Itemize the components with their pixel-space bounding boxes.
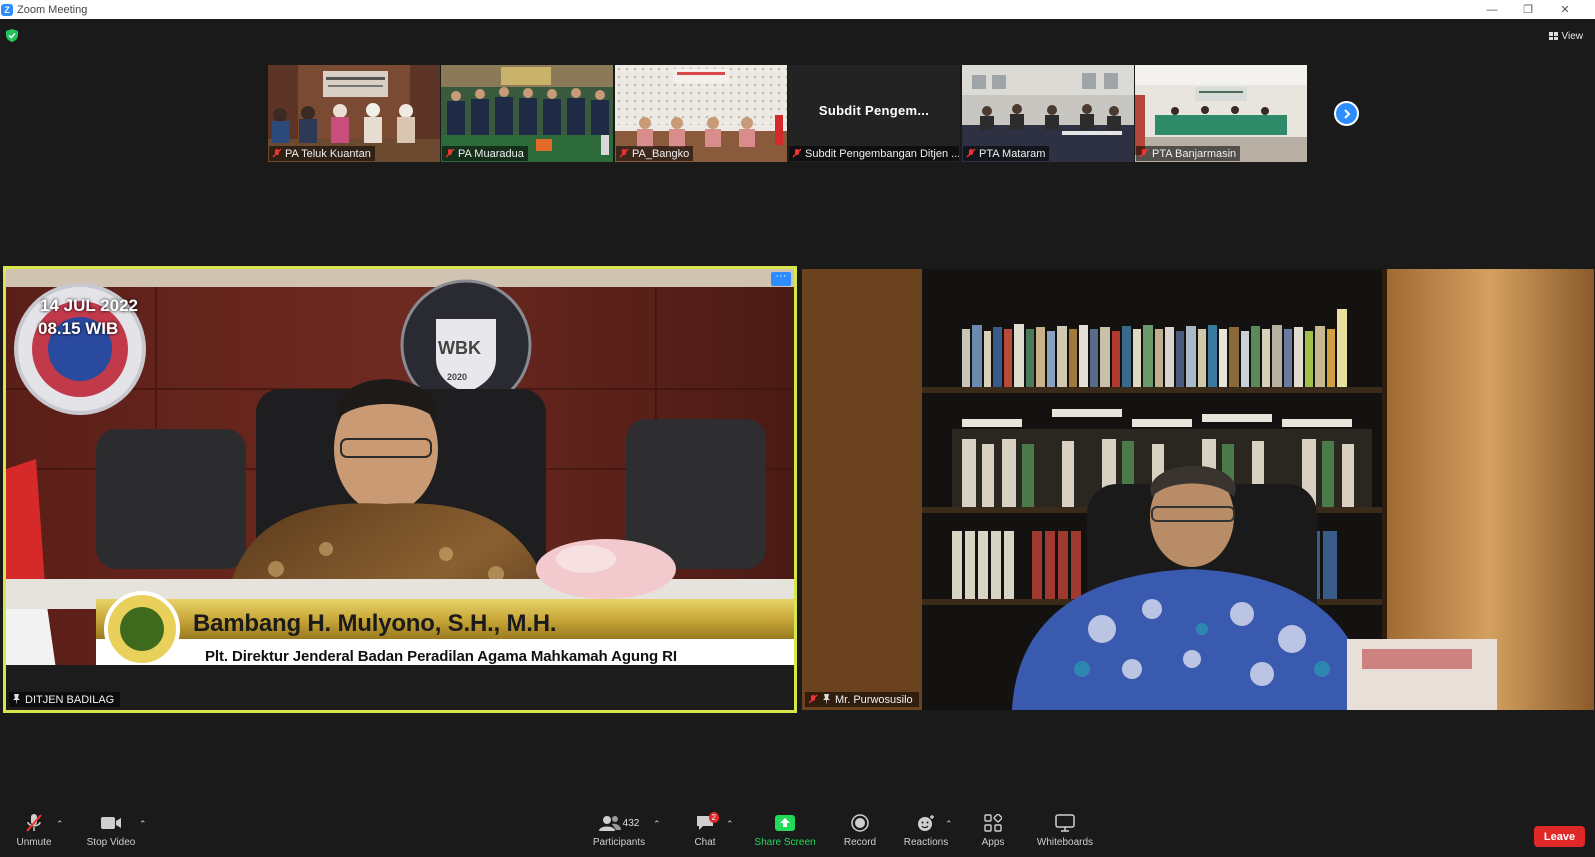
reactions-emoji-icon: [918, 815, 934, 831]
whiteboards-button[interactable]: Whiteboards: [1035, 812, 1095, 848]
participant-name-tag: PA Muaradua: [442, 146, 528, 161]
zoom-logo-icon: Z: [1, 3, 13, 16]
participant-name: PTA Banjarmasin: [1152, 147, 1237, 160]
participant-video-feed: [802, 269, 1594, 710]
video-options-caret-icon[interactable]: ⌃: [139, 819, 147, 830]
participant-name-tag: PA Teluk Kuantan: [269, 146, 375, 161]
meeting-toolbar: Unmute ⌃ Stop Video ⌃ 432 Participants ⌃…: [0, 808, 1595, 857]
participants-label: Participants: [592, 837, 646, 848]
participant-name: PA_Bangko: [632, 147, 690, 160]
participant-thumbnail[interactable]: PA Teluk Kuantan: [268, 65, 440, 162]
participant-name: PA Teluk Kuantan: [285, 147, 371, 160]
apps-button[interactable]: Apps: [978, 812, 1008, 848]
wbk-badge-year: 2020: [447, 372, 468, 382]
video-more-options-button[interactable]: ···: [771, 271, 791, 286]
participant-thumbnail[interactable]: PTA Mataram: [962, 65, 1134, 162]
mic-muted-icon: [26, 814, 42, 832]
close-button[interactable]: ✕: [1547, 0, 1583, 19]
participants-button[interactable]: 432 Participants: [586, 812, 652, 848]
mic-muted-icon: [619, 148, 629, 158]
view-button[interactable]: View: [1548, 28, 1584, 44]
reactions-button[interactable]: Reactions: [903, 812, 949, 848]
participant-name-tag: PTA Banjarmasin: [1136, 146, 1241, 161]
participant-thumbnail[interactable]: PTA Banjarmasin: [1135, 65, 1307, 162]
next-page-button[interactable]: [1334, 101, 1359, 126]
share-screen-button[interactable]: Share Screen: [754, 812, 816, 848]
record-label: Record: [843, 837, 877, 848]
minimize-button[interactable]: —: [1474, 0, 1510, 19]
participant-name-tag: PA_Bangko: [616, 146, 694, 161]
participant-name-tag: Subdit Pengembangan Ditjen ...: [789, 146, 959, 161]
participant-thumbnail[interactable]: Subdit Pengem... Subdit Pengembangan Dit…: [788, 65, 960, 162]
mic-muted-icon: [272, 148, 282, 158]
speaker-caption-name: Bambang H. Mulyono, S.H., M.H.: [193, 610, 557, 637]
apps-label: Apps: [981, 837, 1005, 848]
zoom-meeting-window: Z Zoom Meeting — ❐ ✕ View PA Teluk Kuant…: [0, 0, 1595, 857]
apps-icon: [984, 814, 1002, 832]
title-bar: Z Zoom Meeting — ❐ ✕: [0, 0, 1595, 19]
participant-display-name: Subdit Pengem...: [818, 103, 930, 118]
grid-view-icon: [1548, 32, 1558, 40]
speaker-caption-title: Plt. Direktur Jenderal Badan Peradilan A…: [205, 648, 677, 665]
stop-video-button[interactable]: Stop Video: [84, 812, 138, 848]
participant-thumbnail[interactable]: PA Muaradua: [441, 65, 613, 162]
record-button[interactable]: Record: [843, 812, 877, 848]
whiteboard-icon: [1055, 814, 1075, 832]
broadcast-date: 14 JUL 2022: [40, 296, 138, 315]
chat-label: Chat: [694, 837, 716, 848]
reactions-options-caret-icon[interactable]: ⌃: [945, 819, 953, 830]
record-icon: [851, 814, 869, 832]
mic-muted-icon: [445, 148, 455, 158]
video-camera-icon: [101, 817, 121, 829]
unmute-label: Unmute: [16, 837, 52, 848]
participant-name-tag: Mr. Purwosusilo: [805, 692, 919, 707]
reactions-label: Reactions: [903, 837, 949, 848]
leave-meeting-button[interactable]: Leave: [1534, 826, 1585, 847]
view-label: View: [1561, 30, 1584, 42]
participant-video[interactable]: Mr. Purwosusilo: [802, 269, 1594, 710]
window-title: Zoom Meeting: [17, 3, 88, 16]
mic-muted-icon: [1139, 148, 1149, 158]
speaker-video-feed: [6, 269, 794, 710]
participant-name-tag: PTA Mataram: [963, 146, 1050, 161]
participant-name: Subdit Pengembangan Ditjen ...: [805, 147, 959, 160]
broadcast-time: 08.15 WIB: [38, 319, 119, 338]
participant-name: Mr. Purwosusilo: [835, 693, 913, 706]
wbk-badge-text: WBK: [438, 338, 481, 358]
chat-unread-badge: 2: [708, 812, 719, 823]
participant-name: DITJEN BADILAG: [25, 693, 115, 706]
stop-video-label: Stop Video: [86, 837, 136, 848]
audio-options-caret-icon[interactable]: ⌃: [56, 819, 64, 830]
active-speaker-video[interactable]: DITJEN BADILAG: [6, 269, 794, 710]
chevron-right-icon: [1343, 108, 1350, 119]
unmute-button[interactable]: Unmute: [14, 812, 54, 848]
share-screen-icon: [775, 815, 795, 831]
participant-thumbnail[interactable]: PA_Bangko: [615, 65, 787, 162]
participants-icon: [598, 816, 621, 831]
mic-muted-icon: [808, 694, 818, 704]
chat-button[interactable]: 2 Chat: [690, 812, 720, 848]
chat-options-caret-icon[interactable]: ⌃: [726, 819, 734, 830]
participant-name-tag: DITJEN BADILAG: [9, 692, 121, 707]
participant-name: PA Muaradua: [458, 147, 524, 160]
pin-icon: [13, 694, 20, 705]
security-shield-icon[interactable]: [6, 29, 18, 42]
mic-muted-icon: [966, 148, 976, 158]
whiteboards-label: Whiteboards: [1036, 837, 1094, 848]
participants-options-caret-icon[interactable]: ⌃: [653, 819, 661, 830]
pin-icon: [823, 694, 830, 705]
participant-name: PTA Mataram: [979, 147, 1046, 160]
mic-muted-icon: [792, 148, 802, 158]
participants-count: 432: [622, 817, 640, 829]
restore-button[interactable]: ❐: [1510, 0, 1546, 19]
share-screen-label: Share Screen: [754, 837, 816, 848]
